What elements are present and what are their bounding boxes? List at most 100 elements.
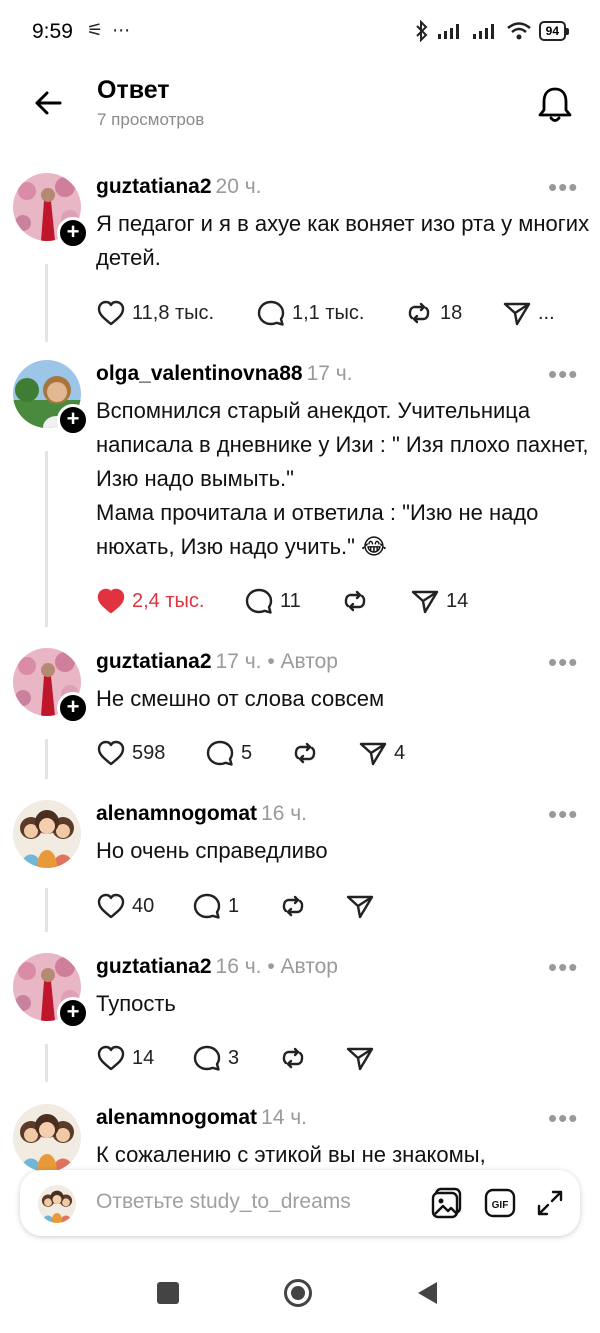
post-actions: 14 3 [96, 1043, 576, 1073]
post-text: Я педагог и я в ахуе как воняет изо рта … [96, 211, 590, 270]
wifi-icon [506, 22, 531, 40]
status-notification-icons: ⚟ ⋯ [87, 20, 133, 40]
like-button[interactable]: 11,8 тыс. [96, 298, 214, 328]
share-button[interactable]: 4 [358, 738, 405, 768]
post-header: alenamnogomat 14 ч. [96, 1106, 307, 1130]
avatar[interactable] [13, 1104, 81, 1172]
share-button[interactable] [345, 891, 381, 921]
share-count: 4 [394, 741, 406, 764]
post-header: guztatiana2 20 ч. [96, 175, 262, 199]
heart-icon [97, 300, 125, 326]
like-button[interactable]: 14 [96, 1043, 154, 1073]
follow-plus-icon[interactable]: + [57, 692, 89, 724]
repost-button[interactable] [290, 738, 326, 768]
status-time: 9:59 [32, 20, 73, 43]
post-actions: 40 1 [96, 891, 576, 921]
image-attach-icon[interactable] [430, 1186, 464, 1220]
username[interactable]: guztatiana2 [96, 650, 212, 673]
system-back-button[interactable] [415, 1280, 439, 1306]
reply-button[interactable]: 1,1 тыс. [256, 298, 364, 328]
post-text: К сожалению с этикой вы не знакомы, [96, 1142, 486, 1167]
gif-icon[interactable]: GIF [483, 1186, 517, 1220]
share-button[interactable]: 14 [410, 586, 468, 616]
expand-icon[interactable] [533, 1186, 567, 1220]
post-header: guztatiana2 16 ч. • Автор [96, 955, 338, 979]
like-count: 14 [132, 1046, 155, 1069]
send-icon [411, 590, 439, 614]
username[interactable]: alenamnogomat [96, 1106, 257, 1129]
reply-button[interactable]: 3 [192, 1043, 239, 1073]
username[interactable]: guztatiana2 [96, 955, 212, 978]
recents-button[interactable] [157, 1282, 179, 1304]
send-icon [346, 1047, 374, 1071]
more-options-icon[interactable]: ••• [548, 361, 578, 387]
post-header: guztatiana2 17 ч. • Автор [96, 650, 338, 674]
follow-plus-icon[interactable]: + [57, 217, 89, 249]
reply-composer[interactable]: Ответьте study_to_dreams GIF [20, 1170, 580, 1236]
username[interactable]: alenamnogomat [96, 802, 257, 825]
more-options-icon[interactable]: ••• [548, 174, 578, 200]
share-button[interactable]: ... [502, 298, 555, 328]
status-bar: 9:59 ⚟ ⋯ 94 [0, 0, 600, 66]
home-button[interactable] [283, 1278, 313, 1308]
repost-icon [408, 302, 430, 324]
post-actions: 11,8 тыс. 1,1 тыс. 18 ... [96, 298, 576, 328]
more-options-icon[interactable]: ••• [548, 1105, 578, 1131]
username[interactable]: guztatiana2 [96, 175, 212, 198]
send-icon [359, 742, 387, 766]
post-text: Но очень справедливо [96, 838, 328, 863]
heart-icon [97, 893, 125, 919]
more-options-icon[interactable]: ••• [548, 801, 578, 827]
post-text: Не смешно от слова совсем [96, 686, 385, 711]
system-nav-bar [0, 1245, 600, 1333]
my-avatar [38, 1185, 76, 1223]
views-count: 7 просмотров [97, 110, 205, 129]
repost-button[interactable] [278, 891, 314, 921]
comment-icon [193, 1045, 221, 1071]
repost-count: 18 [440, 301, 463, 324]
reply-count: 1 [228, 894, 240, 917]
repost-icon [282, 895, 304, 917]
post-header: alenamnogomat 16 ч. [96, 802, 307, 826]
heart-icon [97, 740, 125, 766]
send-icon [346, 895, 374, 919]
follow-plus-icon[interactable]: + [57, 997, 89, 1029]
repost-button[interactable] [340, 586, 376, 616]
post-meta: 16 ч. • Автор [215, 955, 338, 978]
comment-icon [245, 588, 273, 614]
avatar[interactable] [13, 800, 81, 868]
like-button[interactable]: 598 [96, 738, 165, 768]
follow-plus-icon[interactable]: + [57, 404, 89, 436]
more-options-icon[interactable]: ••• [548, 649, 578, 675]
thread-line [45, 888, 48, 932]
thread-line [45, 451, 48, 627]
more-options-icon[interactable]: ••• [548, 954, 578, 980]
reply-count: 1,1 тыс. [292, 301, 365, 324]
send-icon [503, 302, 531, 326]
post-text: Тупость [96, 991, 176, 1016]
thread-line [45, 739, 48, 779]
repost-button[interactable] [278, 1043, 314, 1073]
like-count: 2,4 тыс. [132, 589, 205, 612]
thread-line [45, 1044, 48, 1082]
repost-icon [282, 1047, 304, 1069]
like-count: 40 [132, 894, 155, 917]
bluetooth-icon [415, 20, 428, 42]
username[interactable]: olga_valentinovna88 [96, 362, 303, 385]
reply-count: 3 [228, 1046, 240, 1069]
post-actions: 598 5 4 [96, 738, 576, 768]
repost-button[interactable]: 18 [404, 298, 462, 328]
heart-filled-icon [97, 588, 125, 614]
like-button[interactable]: 2,4 тыс. [96, 586, 204, 616]
comment-icon [206, 740, 234, 766]
reply-input-placeholder[interactable]: Ответьте study_to_dreams [96, 1190, 351, 1214]
back-arrow-icon[interactable] [33, 88, 63, 118]
post-actions: 2,4 тыс. 11 14 [96, 586, 576, 616]
like-button[interactable]: 40 [96, 891, 154, 921]
reply-button[interactable]: 11 [244, 586, 301, 616]
reply-button[interactable]: 1 [192, 891, 239, 921]
reply-button[interactable]: 5 [205, 738, 252, 768]
share-button[interactable] [345, 1043, 381, 1073]
comment-icon [257, 300, 285, 326]
bell-icon[interactable] [537, 84, 573, 124]
